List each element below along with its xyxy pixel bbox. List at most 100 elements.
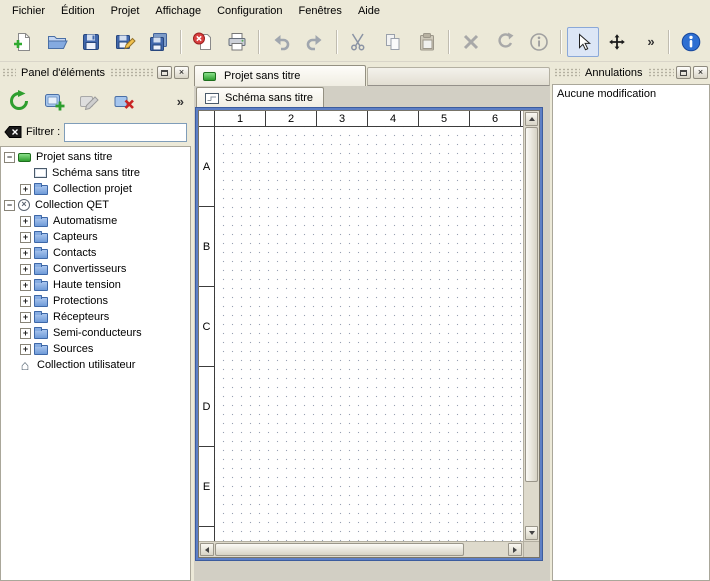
selection-mode-button[interactable] [567, 27, 599, 57]
delete-element-button[interactable] [109, 87, 139, 115]
about-button[interactable] [675, 27, 707, 57]
tree-item[interactable]: −Collection QET [1, 197, 190, 213]
tree-item[interactable]: +Sources [1, 341, 190, 357]
column-header: 3 [317, 111, 368, 126]
expand-icon[interactable]: + [20, 264, 31, 275]
print-button[interactable] [221, 27, 253, 57]
application-window: Fichier Édition Projet Affichage Configu… [0, 0, 710, 581]
edit-element-button[interactable] [74, 87, 104, 115]
tree-item[interactable]: +Récepteurs [1, 309, 190, 325]
close-panel-button[interactable]: × [174, 66, 189, 79]
undo-history-entry[interactable]: Aucune modification [553, 85, 709, 103]
horizontal-scrollbar[interactable] [199, 541, 523, 557]
header-corner [199, 111, 215, 127]
close-panel-button[interactable]: × [693, 66, 708, 79]
save-as-button[interactable] [109, 27, 141, 57]
clear-filter-icon[interactable] [4, 125, 22, 139]
scroll-up-button[interactable] [525, 112, 538, 126]
close-file-button[interactable] [187, 27, 219, 57]
tab-schema[interactable]: Schéma sans titre [196, 87, 324, 108]
expand-icon[interactable]: + [20, 280, 31, 291]
folder-icon [34, 281, 48, 291]
tree-item[interactable]: + Contacts [1, 245, 190, 261]
redo-button[interactable] [299, 27, 331, 57]
tree-item[interactable]: +Convertisseurs [1, 261, 190, 277]
expand-icon[interactable]: + [20, 312, 31, 323]
tree-item[interactable]: +Protections [1, 293, 190, 309]
edit-element-icon [77, 89, 101, 113]
expander-spacer [20, 168, 31, 179]
save-all-button[interactable] [143, 27, 175, 57]
expand-icon[interactable]: + [20, 216, 31, 227]
float-icon [161, 70, 168, 76]
tree-item[interactable]: +Capteurs [1, 229, 190, 245]
tab-project[interactable]: Projet sans titre [194, 65, 366, 86]
filter-input[interactable] [64, 123, 187, 142]
menu-projet[interactable]: Projet [103, 2, 148, 20]
tree-item[interactable]: + Semi-conducteurs [1, 325, 190, 341]
element-tree[interactable]: −Projet sans titreSchéma sans titre+Coll… [0, 146, 191, 581]
expander-spacer [4, 360, 15, 371]
row-header: B [199, 207, 214, 287]
schema-tab-label: Schéma sans titre [225, 92, 313, 104]
open-folder-icon [46, 31, 68, 53]
rotate-button[interactable] [489, 27, 521, 57]
delete-button[interactable] [455, 27, 487, 57]
menu-fenetres[interactable]: Fenêtres [291, 2, 350, 20]
vertical-scrollbar[interactable] [523, 111, 539, 541]
new-element-button[interactable] [39, 87, 69, 115]
expand-icon[interactable]: + [20, 248, 31, 259]
expand-icon[interactable]: + [20, 184, 31, 195]
save-button[interactable] [75, 27, 107, 57]
scroll-left-button[interactable] [200, 543, 214, 556]
expand-icon[interactable]: + [20, 232, 31, 243]
save-all-icon [148, 31, 170, 53]
scroll-right-button[interactable] [508, 543, 522, 556]
vertical-scroll-thumb[interactable] [525, 127, 538, 482]
cut-button[interactable] [343, 27, 375, 57]
dock-handle [2, 68, 16, 77]
project-icon [18, 153, 31, 162]
menu-aide[interactable]: Aide [350, 2, 388, 20]
undo-panel-titlebar[interactable]: Annulations × [552, 64, 710, 81]
new-element-icon [42, 89, 66, 113]
pan-mode-button[interactable] [601, 27, 633, 57]
copy-button[interactable] [377, 27, 409, 57]
expand-icon[interactable]: + [20, 328, 31, 339]
float-panel-button[interactable] [676, 66, 691, 79]
reload-collections-button[interactable] [4, 87, 34, 115]
menu-bar: Fichier Édition Projet Affichage Configu… [0, 0, 710, 22]
menu-affichage[interactable]: Affichage [147, 2, 209, 20]
scroll-down-button[interactable] [525, 526, 538, 540]
open-project-button[interactable] [41, 27, 73, 57]
expand-icon[interactable]: + [20, 296, 31, 307]
menu-configuration[interactable]: Configuration [209, 2, 290, 20]
tree-item[interactable]: +Automatisme [1, 213, 190, 229]
tree-item[interactable]: Schéma sans titre [1, 165, 190, 181]
new-project-button[interactable] [7, 27, 39, 57]
dock-handle [554, 68, 580, 77]
elements-panel-titlebar[interactable]: Panel d'éléments × [0, 64, 191, 81]
menu-edition[interactable]: Édition [53, 2, 103, 20]
tree-item-label: Semi-conducteurs [53, 327, 142, 339]
undo-button[interactable] [265, 27, 297, 57]
folder-icon [34, 185, 48, 195]
toolbar-overflow-button[interactable]: » [635, 27, 667, 57]
toolbar-separator [336, 30, 338, 54]
float-panel-button[interactable] [157, 66, 172, 79]
menu-fichier[interactable]: Fichier [4, 2, 53, 20]
schema-canvas[interactable] [215, 127, 523, 541]
tree-item[interactable]: +Collection projet [1, 181, 190, 197]
panel-toolbar-overflow[interactable]: » [174, 94, 187, 109]
element-info-button[interactable] [523, 27, 555, 57]
info-blue-icon [680, 31, 702, 53]
tree-item-label: Contacts [53, 247, 96, 259]
collapse-icon[interactable]: − [4, 200, 15, 211]
horizontal-scroll-thumb[interactable] [215, 543, 464, 556]
tree-item[interactable]: +Haute tension [1, 277, 190, 293]
collapse-icon[interactable]: − [4, 152, 15, 163]
tree-item[interactable]: Collection utilisateur [1, 357, 190, 373]
tree-item[interactable]: −Projet sans titre [1, 149, 190, 165]
paste-button[interactable] [411, 27, 443, 57]
expand-icon[interactable]: + [20, 344, 31, 355]
